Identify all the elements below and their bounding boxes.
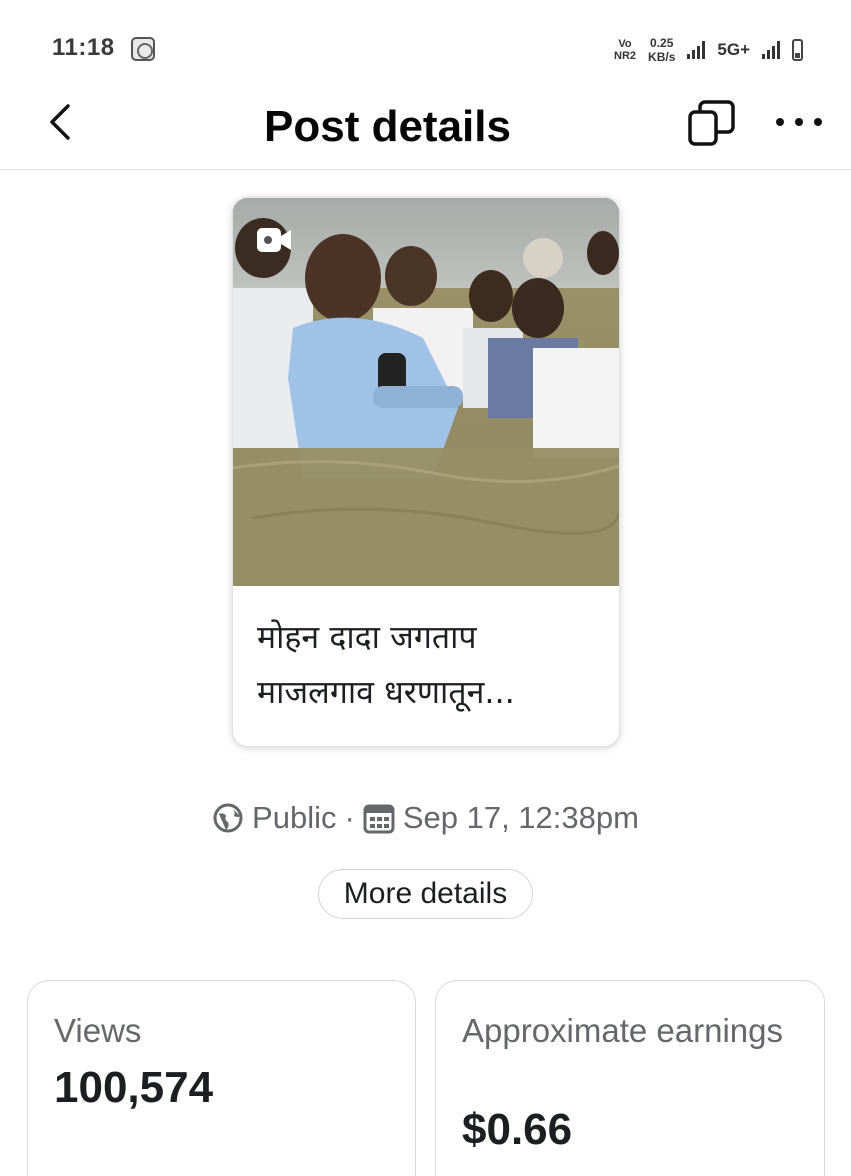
post-caption-line-2: माजलगाव धरणातून... — [257, 673, 515, 711]
network-speed: 0.25 KB/s — [648, 36, 675, 64]
meta-separator: · — [344, 800, 355, 835]
nr-label: NR2 — [614, 50, 637, 62]
copy-button[interactable] — [686, 98, 736, 148]
more-details-button[interactable]: More details — [318, 869, 533, 919]
post-meta: Public · Sep 17, 12:38pm — [0, 800, 851, 836]
network-speed-value: 0.25 — [650, 36, 674, 50]
status-indicators: Vo NR2 0.25 KB/s 5G+ — [614, 30, 803, 70]
earnings-value: $0.66 — [462, 1105, 573, 1154]
network-speed-unit: KB/s — [648, 50, 676, 64]
status-time: 11:18 — [52, 34, 115, 61]
post-caption-line-1: मोहन दादा जगताप — [257, 618, 477, 656]
views-card[interactable]: Views 100,574 — [27, 980, 416, 1176]
audience-label: Public — [252, 800, 337, 835]
network-type: 5G+ — [717, 40, 750, 59]
post-thumbnail — [233, 198, 619, 586]
copy-icon — [688, 100, 735, 146]
globe-icon — [212, 802, 244, 834]
views-label: Views — [54, 1012, 142, 1049]
post-caption: मोहन दादा जगताप माजलगाव धरणातून... — [257, 610, 607, 720]
status-bar: 11:18 Vo NR2 0.25 KB/s 5G+ — [0, 0, 851, 90]
gallery-notification-icon — [131, 37, 155, 61]
post-preview-card[interactable]: मोहन दादा जगताप माजलगाव धरणातून... — [232, 197, 620, 747]
views-value: 100,574 — [54, 1063, 214, 1112]
header: Post details — [0, 90, 851, 170]
battery-icon — [792, 39, 803, 61]
earnings-card[interactable]: Approximate earnings $0.66 — [435, 980, 825, 1176]
calendar-icon — [363, 802, 395, 834]
video-camera-icon — [257, 228, 291, 252]
volte-indicator: Vo NR2 — [614, 38, 636, 62]
earnings-label: Approximate earnings — [462, 1012, 784, 1049]
page-title: Post details — [264, 102, 511, 151]
signal-2-icon — [762, 41, 780, 59]
more-horizontal-icon — [776, 118, 784, 126]
post-date: Sep 17, 12:38pm — [402, 800, 639, 835]
signal-icon — [687, 41, 706, 59]
more-options-button[interactable] — [776, 110, 822, 134]
vo-label: Vo — [618, 38, 632, 50]
